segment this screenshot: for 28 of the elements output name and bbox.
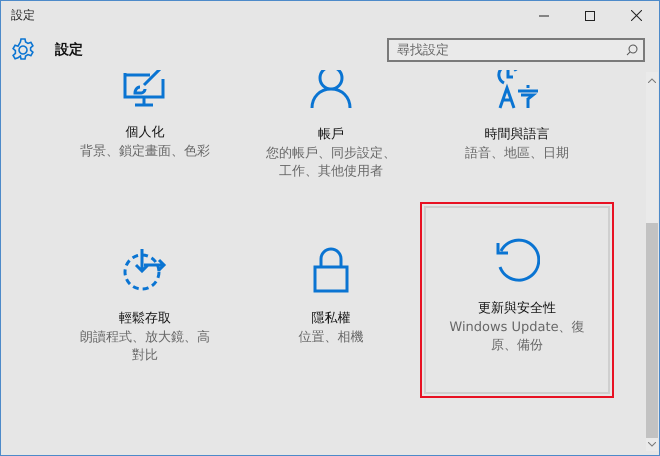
- minimize-icon: [539, 14, 549, 16]
- search-field[interactable]: 尋找設定: [387, 38, 645, 62]
- person-icon: [309, 70, 353, 109]
- settings-icon[interactable]: [11, 38, 35, 62]
- page-title: 設定: [55, 41, 84, 59]
- tile-title[interactable]: 輕鬆存取: [119, 309, 171, 327]
- scrollbar-thumb[interactable]: [646, 223, 658, 438]
- dashed-circle-arrow-icon: [122, 247, 168, 293]
- tile-title[interactable]: 帳戶: [318, 125, 344, 143]
- tile-title[interactable]: 個人化: [126, 123, 164, 141]
- tile-subtitle: 您的帳戶、同步設定、工作、其他使用者: [265, 145, 397, 181]
- tile-subtitle: 背景、鎖定畫面、色彩: [79, 143, 211, 161]
- refresh-icon: [494, 237, 540, 283]
- close-icon: [630, 10, 642, 21]
- maximize-icon: [585, 10, 595, 20]
- tile-subtitle: 朗讀程式、放大鏡、高對比: [79, 329, 211, 365]
- tile-title[interactable]: 隱私權: [312, 309, 350, 327]
- scroll-up-icon[interactable]: [648, 78, 656, 83]
- tile-subtitle: Windows Update、復原、備份: [448, 319, 586, 355]
- scrollbar[interactable]: [646, 72, 658, 451]
- tile-subtitle: 語音、地區、日期: [464, 145, 570, 163]
- tile-title[interactable]: 時間與語言: [484, 125, 550, 143]
- search-icon: [626, 44, 638, 56]
- tile-title[interactable]: 更新與安全性: [478, 299, 556, 317]
- window-title: 設定: [11, 7, 36, 24]
- padlock-icon: [313, 247, 349, 293]
- scroll-down-icon[interactable]: [648, 442, 656, 447]
- tile-subtitle: 位置、相機: [298, 329, 364, 347]
